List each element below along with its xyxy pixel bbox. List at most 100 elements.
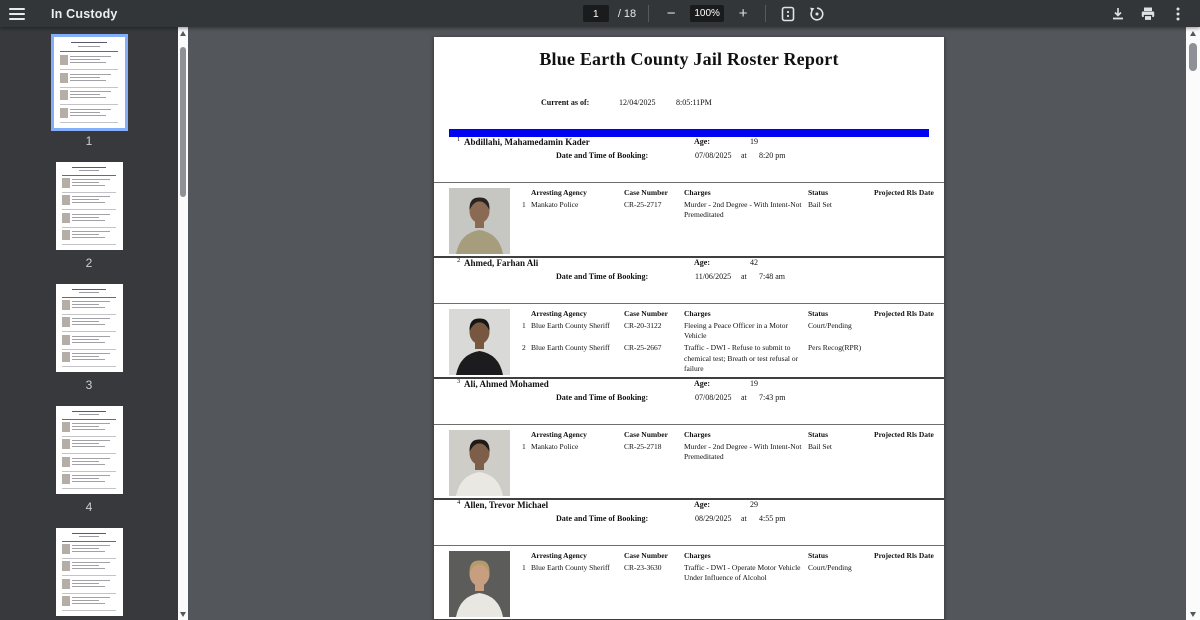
thumbnail-line: [71, 301, 110, 303]
page-thumbnail[interactable]: [50, 34, 128, 131]
sidebar-scrollbar-thumb[interactable]: [180, 47, 186, 197]
thumbnail-lines: [71, 439, 116, 448]
record-gap: [434, 528, 944, 545]
thumbnail-separator: [60, 104, 118, 105]
thumbnail-line: [71, 352, 110, 354]
more-vertical-icon[interactable]: [1168, 4, 1188, 24]
age-value: 42: [750, 258, 758, 267]
page-thumbnail[interactable]: [55, 406, 123, 494]
booking-label: Date and Time of Booking:: [556, 514, 649, 523]
thumbnail-photo: [61, 544, 70, 555]
thumbnail-photo: [61, 456, 70, 467]
scroll-down-icon[interactable]: [1186, 608, 1200, 620]
thumbnail-photo: [61, 195, 70, 206]
menu-icon[interactable]: [9, 4, 35, 24]
charges-table: Arresting Agency Case Number Charges Status…: [522, 188, 936, 254]
column-header: Charges: [684, 188, 711, 197]
zoom-in-icon[interactable]: +: [733, 4, 753, 24]
thumbnail-lines: [71, 457, 116, 465]
record-name-row: 2 Ahmed, Farhan Ali Age: 42: [434, 257, 944, 272]
record-name-row: 3 Ali, Ahmed Mohamed Age: 19: [434, 378, 944, 393]
column-header: Status: [808, 309, 829, 318]
thumbnail-line: [71, 307, 105, 309]
zoom-level[interactable]: 100%: [690, 5, 725, 22]
thumbnail-photo: [61, 300, 70, 311]
thumbnail-line: [71, 318, 110, 320]
scroll-up-icon[interactable]: [178, 27, 188, 39]
column-header: Case Number: [624, 309, 668, 318]
report-accent-bar: [449, 129, 929, 137]
page-thumbnail[interactable]: [55, 162, 123, 250]
thumbnail-line: [71, 545, 110, 547]
age-label: Age:: [694, 500, 710, 509]
booking-date: 07/08/2025: [695, 393, 732, 402]
record-details: Arresting Agency Case Number Charges Status…: [434, 303, 944, 379]
charge-projected-release: [874, 563, 936, 583]
page-thumbnail[interactable]: [55, 284, 123, 372]
thumbnail-record-group: [61, 595, 116, 606]
charge-case-number: CR-25-2667: [624, 343, 662, 353]
record-index: 2: [457, 257, 461, 264]
thumbnail-photo: [61, 473, 70, 484]
thumbnail-line: [71, 585, 105, 587]
record-name-row: 4 Allen, Trevor Michael Age: 29: [434, 499, 944, 514]
zoom-out-icon[interactable]: −: [661, 4, 681, 24]
age-label: Age:: [694, 379, 710, 388]
charges-table: Arresting Agency Case Number Charges Status…: [522, 430, 936, 496]
charge-case-number: CR-25-2717: [624, 200, 662, 210]
print-icon[interactable]: [1138, 4, 1158, 24]
thumbnail-block: 3: [55, 284, 123, 392]
thumbnail-lines: [71, 579, 116, 587]
sidebar-scrollbar[interactable]: [178, 27, 188, 620]
jail-record: 1 Abdillahi, Mahamedamin Kader Age: 19 Date …: [434, 136, 944, 258]
scroll-down-icon[interactable]: [178, 608, 188, 620]
thumbnail-lines: [71, 213, 116, 221]
thumbnail-line: [71, 477, 100, 479]
thumbnail-line: [71, 321, 100, 323]
rotate-icon[interactable]: [807, 4, 827, 24]
charge-description: Murder - 2nd Degree - With Intent-Not Pr…: [684, 442, 802, 462]
current-as-of-row: Current as of: 12/04/2025 8:05:11PM: [434, 98, 944, 110]
age-label: Age:: [694, 258, 710, 267]
thumbnail-photo: [60, 107, 69, 118]
charge-agency: 1 Blue Earth County Sheriff: [522, 321, 622, 341]
thumbnail-line: [71, 324, 105, 326]
thumbnail-line: [70, 111, 100, 113]
scroll-up-icon[interactable]: [1186, 27, 1200, 39]
jail-record: 2 Ahmed, Farhan Ali Age: 42 Date and Time of…: [434, 257, 944, 379]
main-scrollbar-thumb[interactable]: [1189, 43, 1197, 71]
thumbnail-line: [71, 358, 105, 360]
charge-description: Traffic - DWI - Refuse to submit to chem…: [684, 343, 799, 373]
agency-name: Mankato Police: [531, 442, 579, 452]
thumbnail-line: [71, 596, 110, 598]
thumbnail-record-group: [61, 317, 116, 328]
thumbnail-line: [71, 338, 100, 340]
thumbnail-line: [70, 62, 106, 63]
thumbnail-photo: [61, 212, 70, 223]
thumbnail-block: 2: [55, 162, 123, 270]
thumbnail-line: [71, 460, 100, 462]
main-scrollbar[interactable]: [1186, 27, 1200, 620]
thumbnail-photo: [61, 422, 70, 433]
thumbnail-photo: [61, 229, 70, 240]
booking-time: 7:43 pm: [759, 393, 786, 402]
fit-page-icon[interactable]: [778, 4, 798, 24]
thumbnail-lines: [71, 195, 116, 204]
thumbnail-separator: [60, 121, 118, 122]
thumbnail-line: [71, 182, 100, 184]
thumbnail-lines: [71, 317, 116, 326]
page-thumbnail-label: 1: [85, 134, 93, 148]
records-container: 1 Abdillahi, Mahamedamin Kader Age: 19 Date …: [434, 136, 944, 620]
thumbnail-line: [71, 179, 110, 181]
page-number-input[interactable]: [582, 5, 609, 22]
thumbnail-line: [71, 551, 105, 553]
thumbnail-separator: [60, 86, 118, 87]
thumbnail-record-group: [61, 229, 116, 240]
page-thumbnail[interactable]: [55, 528, 123, 616]
charge-description: Fleeing a Peace Officer in a Motor Vehic…: [684, 321, 788, 341]
thumbnail-record-group: [60, 55, 118, 65]
thumbnail-line: [71, 579, 110, 581]
download-icon[interactable]: [1108, 4, 1128, 24]
thumbnail-line: [70, 56, 112, 57]
page-thumbnail-label: 3: [85, 378, 93, 392]
